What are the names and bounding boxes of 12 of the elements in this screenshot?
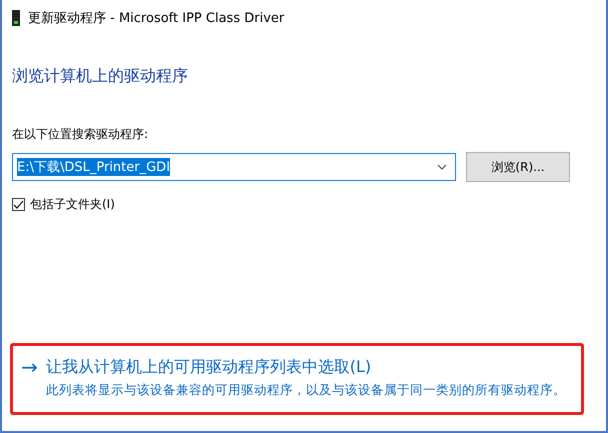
link-description: 此列表将显示与该设备兼容的可用驱动程序，以及与该设备属于同一类别的所有驱动程序。 xyxy=(46,381,566,399)
page-heading: 浏览计算机上的驱动程序 xyxy=(12,66,189,87)
printer-icon xyxy=(12,10,20,26)
arrow: → xyxy=(21,356,38,381)
pick-driver-link[interactable]: 让我从计算机上的可用驱动程序列表中选取(L) xyxy=(46,356,566,378)
window-title: 更新驱动程序 - Microsoft IPP Class Driver xyxy=(28,10,284,27)
path-combo-box[interactable]: E:\下载\DSL_Printer_GDI xyxy=(12,153,456,181)
search-label: 在以下位置搜索驱动程序: xyxy=(12,126,150,143)
checkbox-label: 包括子文件夹(I) xyxy=(30,196,115,213)
checkbox[interactable] xyxy=(12,198,25,211)
browse-button[interactable]: 浏览(R)... xyxy=(466,152,570,182)
chevron-icon xyxy=(437,164,447,170)
